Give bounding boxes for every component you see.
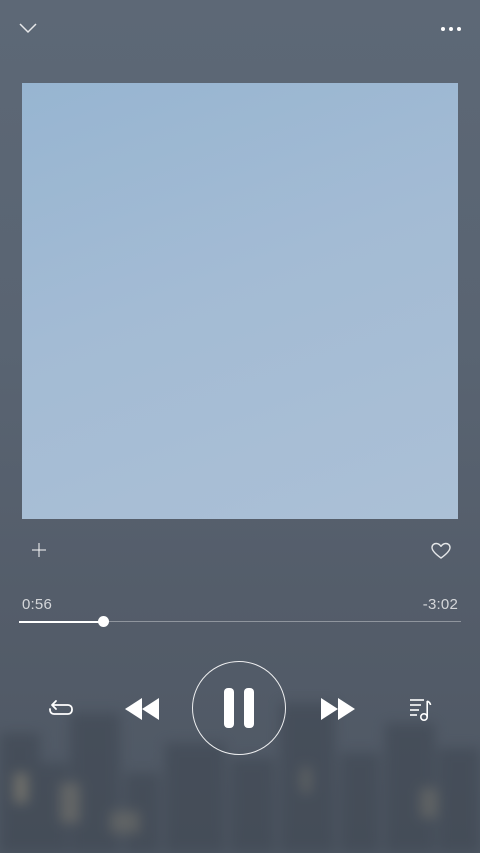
progress-thumb[interactable] [97, 616, 109, 627]
collapse-button[interactable] [17, 20, 39, 36]
play-pause-button[interactable] [192, 661, 286, 755]
fast-forward-icon [321, 698, 355, 720]
previous-button[interactable] [121, 694, 163, 724]
like-button[interactable] [430, 541, 452, 561]
more-options-button[interactable] [440, 22, 462, 36]
repeat-button[interactable] [44, 694, 78, 724]
heart-outline-icon [431, 542, 451, 559]
progress-fill [19, 620, 103, 623]
now-playing-screen: 0:56 -3:02 [0, 0, 480, 853]
add-to-library-button[interactable] [29, 540, 49, 560]
chevron-down-icon [19, 23, 37, 34]
playlist-icon [410, 699, 432, 721]
rewind-icon [125, 698, 159, 720]
album-artwork [22, 83, 458, 519]
queue-button[interactable] [405, 694, 435, 724]
pause-icon [224, 688, 254, 728]
repeat-icon [49, 700, 73, 715]
plus-icon [32, 543, 46, 557]
next-button[interactable] [317, 694, 359, 724]
more-horizontal-icon [441, 27, 461, 31]
elapsed-time: 0:56 [22, 596, 52, 613]
progress-slider[interactable] [19, 616, 461, 627]
remaining-time: -3:02 [422, 596, 458, 613]
